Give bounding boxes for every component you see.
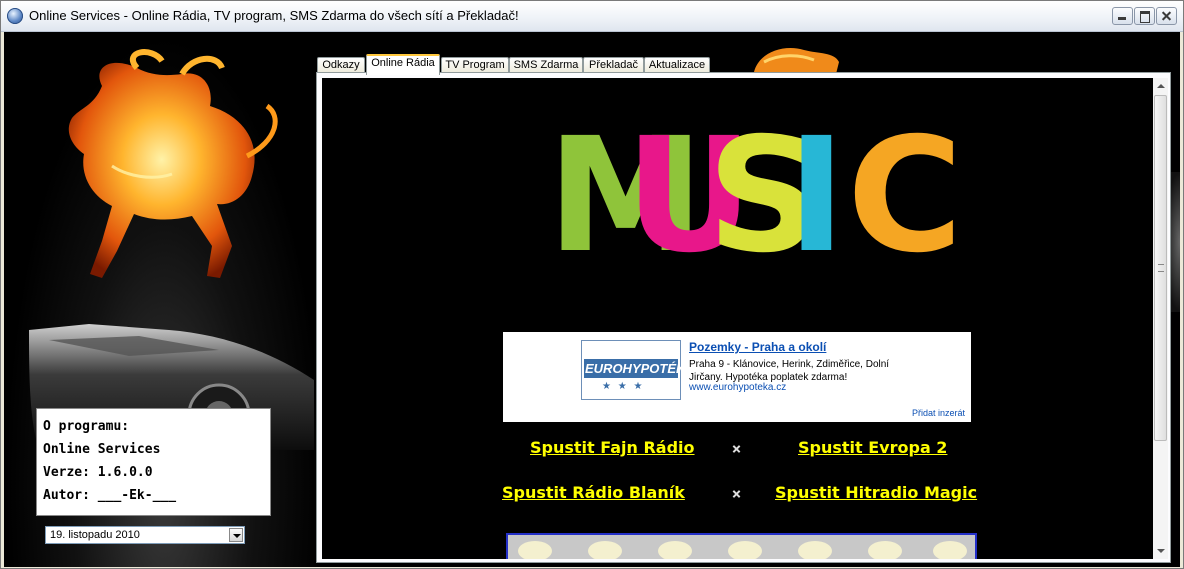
program-author: Autor: ___-Ek-___: [43, 488, 177, 503]
vertical-scrollbar[interactable]: [1153, 78, 1168, 559]
maximize-button[interactable]: [1134, 7, 1155, 25]
ad-title-link[interactable]: Pozemky - Praha a okolí: [689, 340, 826, 354]
start-radio-blanik-link[interactable]: Spustit Rádio Blaník: [502, 483, 685, 502]
maximize-icon: [1135, 8, 1154, 24]
app-icon[interactable]: [7, 8, 23, 24]
bottom-image-strip: [506, 533, 977, 559]
music-letter-c: C: [847, 104, 963, 288]
scroll-up-icon[interactable]: [1153, 78, 1168, 94]
date-value: 19. listopadu 2010: [50, 529, 140, 541]
separator-x-icon: [732, 444, 742, 454]
client-area: O programu: Online Services Verze: 1.6.0…: [4, 32, 1180, 567]
music-banner: M U S I C: [547, 102, 963, 302]
minimize-icon: [1113, 8, 1132, 24]
app-window: Online Services - Online Rádia, TV progr…: [0, 0, 1184, 569]
title-bar[interactable]: Online Services - Online Rádia, TV progr…: [1, 1, 1183, 32]
web-content: M U S I C EUROHYPOTÉKA ★ ★ ★ Pozemky - P…: [322, 78, 1153, 559]
close-button[interactable]: [1156, 7, 1177, 25]
close-icon: [1157, 8, 1176, 24]
start-evropa2-link[interactable]: Spustit Evropa 2: [798, 438, 947, 457]
program-version: Verze: 1.6.0.0: [43, 465, 153, 480]
separator-x-icon: [732, 489, 742, 499]
minimize-button[interactable]: [1112, 7, 1133, 25]
start-hitradio-magic-link[interactable]: Spustit Hitradio Magic: [775, 483, 977, 502]
about-program-box: O programu: Online Services Verze: 1.6.0…: [36, 408, 271, 516]
eurohypoteka-logo[interactable]: EUROHYPOTÉKA ★ ★ ★: [581, 340, 695, 400]
music-letter-i: I: [787, 104, 846, 288]
stars-icon: ★ ★ ★: [602, 381, 645, 392]
tab-online-radia[interactable]: Online Rádia: [366, 54, 440, 75]
date-picker-dropdown[interactable]: 19. listopadu 2010: [45, 526, 245, 544]
ad-description: Praha 9 - Klánovice, Herink, Zdiměřice, …: [689, 359, 890, 383]
window-title: Online Services - Online Rádia, TV progr…: [29, 8, 519, 23]
scroll-down-icon[interactable]: [1153, 543, 1168, 559]
add-listing-link[interactable]: Přidat inzerát: [912, 408, 965, 418]
program-name: Online Services: [43, 442, 161, 457]
ad-box[interactable]: EUROHYPOTÉKA ★ ★ ★ Pozemky - Praha a oko…: [503, 332, 971, 422]
chevron-down-icon[interactable]: [229, 528, 243, 542]
tab-panel-online-radia: M U S I C EUROHYPOTÉKA ★ ★ ★ Pozemky - P…: [316, 72, 1171, 563]
scroll-thumb[interactable]: [1154, 95, 1167, 441]
about-heading: O programu:: [43, 419, 130, 434]
logo-text: EUROHYPOTÉKA: [585, 361, 695, 376]
start-fajn-radio-link[interactable]: Spustit Fajn Rádio: [530, 438, 695, 457]
ad-url-link[interactable]: www.eurohypoteka.cz: [689, 382, 786, 393]
flaming-bull-image: [68, 49, 278, 278]
